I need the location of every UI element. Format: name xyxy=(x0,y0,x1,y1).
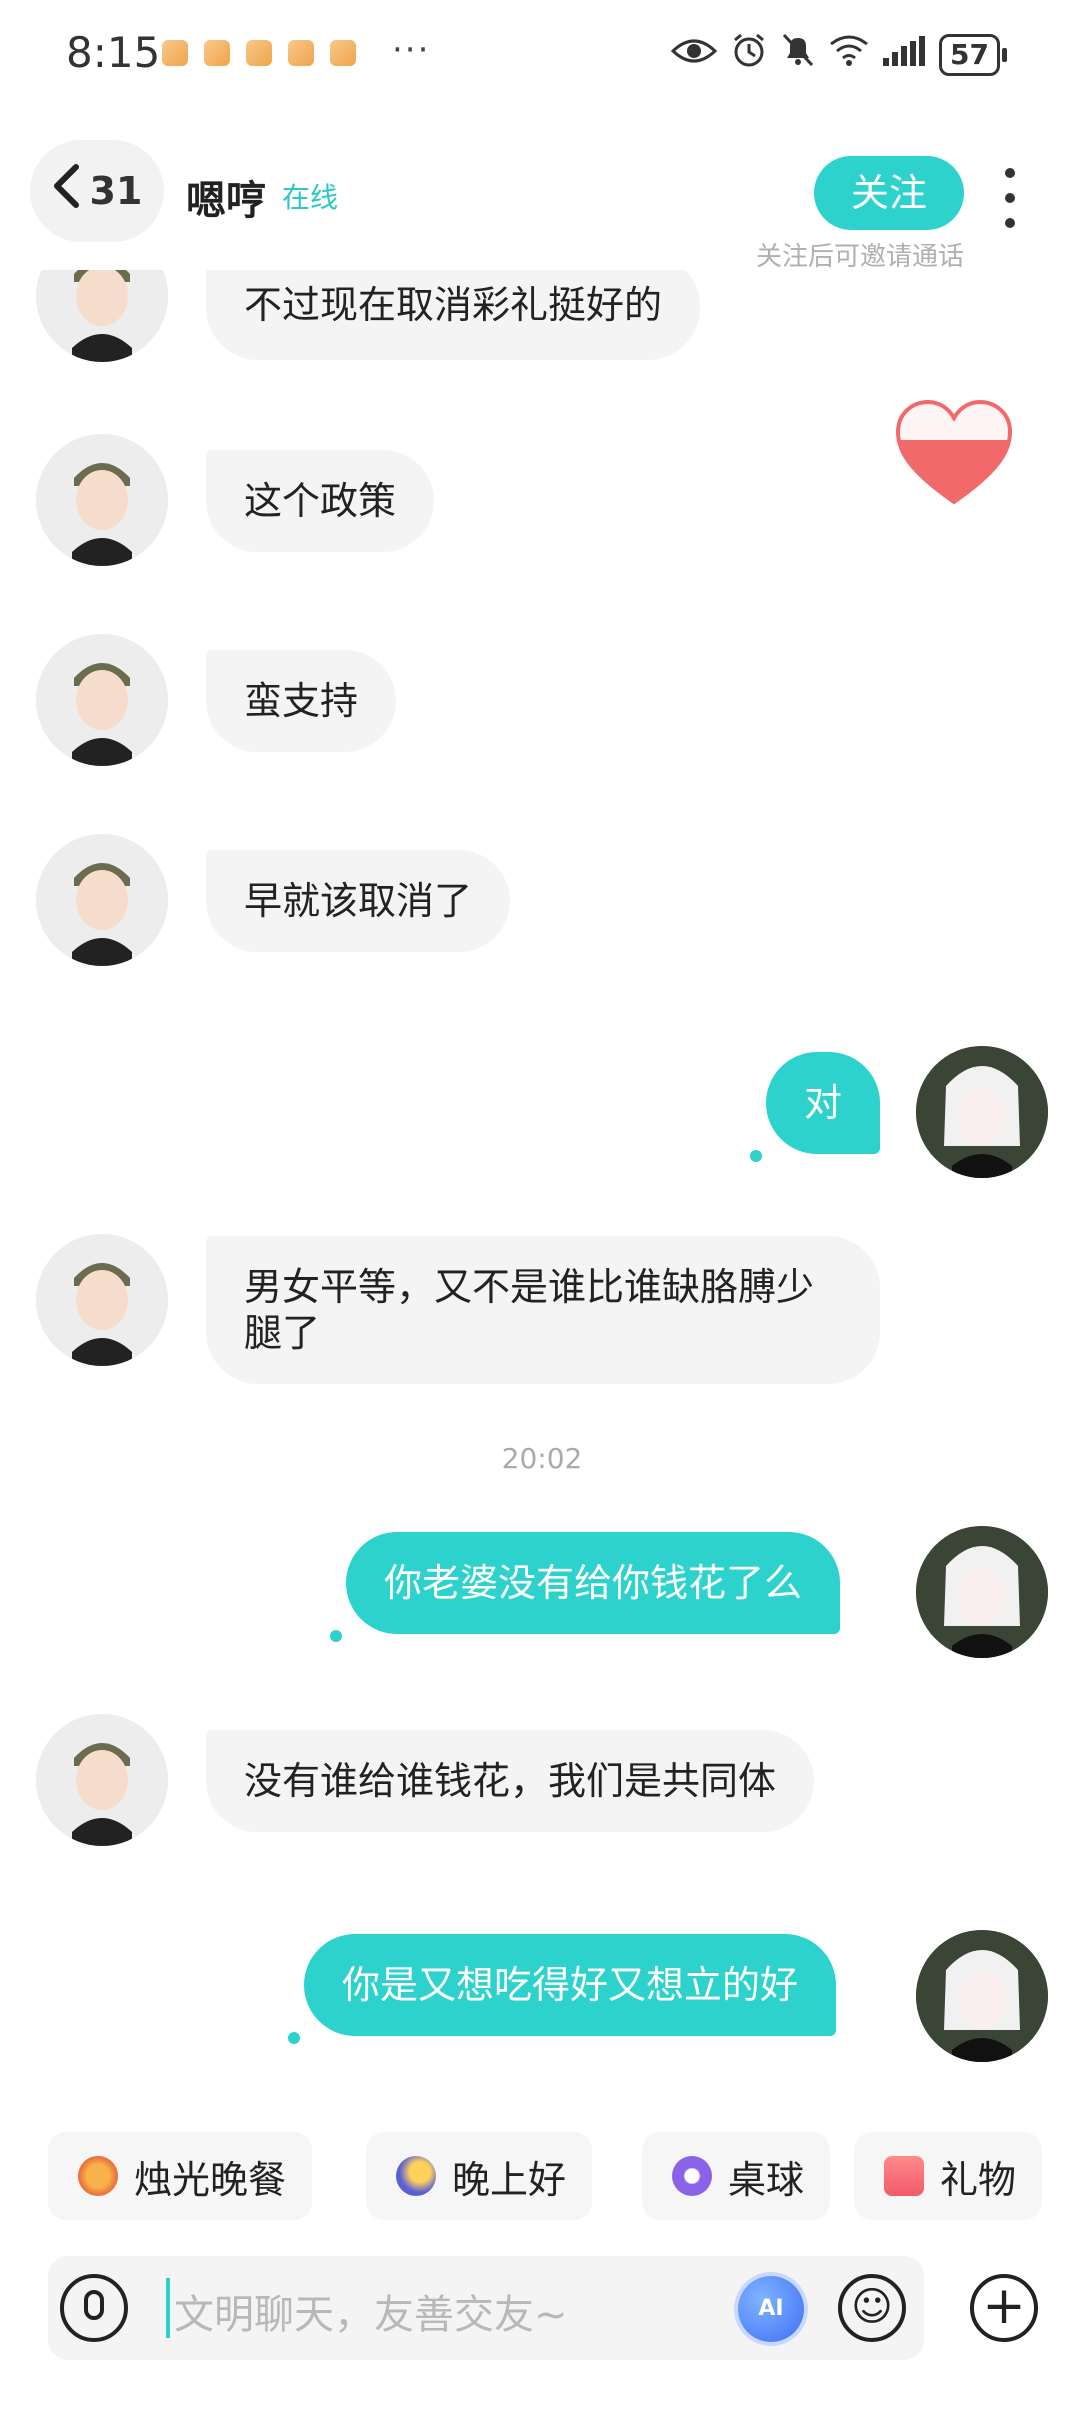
text-caret xyxy=(166,2278,170,2338)
contact-avatar[interactable] xyxy=(36,270,168,362)
chip-candlelight-dinner[interactable]: 烛光晚餐 xyxy=(48,2132,313,2220)
message-timestamp: 20:02 xyxy=(501,1442,583,1475)
message-bubble-incoming[interactable]: 不过现在取消彩礼挺好的 xyxy=(206,270,701,360)
contact-avatar[interactable] xyxy=(36,1714,168,1846)
moon-night-icon xyxy=(396,2156,436,2196)
app-notification-icon xyxy=(204,40,230,66)
more-notifications-icon: ··· xyxy=(392,30,431,70)
message-bubble-incoming[interactable]: 没有谁给谁钱花，我们是共同体 xyxy=(206,1730,815,1832)
emoji-icon[interactable]: ☺ xyxy=(838,2274,906,2342)
heart-icon[interactable] xyxy=(894,398,1014,508)
alarm-icon xyxy=(731,32,767,77)
contact-avatar[interactable] xyxy=(36,634,168,766)
sent-status-dot xyxy=(330,1630,342,1642)
contact-avatar[interactable] xyxy=(36,834,168,966)
more-menu-icon[interactable] xyxy=(1000,168,1020,228)
app-notification-icon xyxy=(288,40,314,66)
message-bubble-incoming[interactable]: 这个政策 xyxy=(206,450,435,552)
voice-input-icon[interactable] xyxy=(60,2274,128,2342)
sent-status-dot xyxy=(750,1150,762,1162)
chip-label: 桌球 xyxy=(728,2157,805,2202)
follow-hint: 关注后可邀请通话 xyxy=(756,242,965,272)
contact-avatar[interactable] xyxy=(36,434,168,566)
mute-icon xyxy=(781,32,815,77)
contact-avatar[interactable] xyxy=(36,1234,168,1366)
billiard-ball-icon xyxy=(672,2156,712,2196)
back-button[interactable]: 31 xyxy=(30,140,164,242)
chip-label: 礼物 xyxy=(940,2157,1017,2202)
message-bubble-outgoing[interactable]: 你是又想吃得好又想立的好 xyxy=(304,1934,837,2036)
status-time: 8:15 xyxy=(66,28,161,77)
message-input-bar: 文明聊天，友善交友~ AI ☺ xyxy=(48,2256,924,2360)
message-bubble-outgoing[interactable]: 对 xyxy=(766,1052,881,1154)
eye-icon xyxy=(670,35,718,75)
message-input[interactable]: 文明聊天，友善交友~ xyxy=(174,2282,568,2340)
unread-count: 31 xyxy=(89,169,143,213)
status-icons: 57 xyxy=(670,32,1007,77)
status-bar: 8:15 ··· 57 xyxy=(0,0,1084,110)
candlelight-dinner-icon xyxy=(78,2156,118,2196)
notification-icons xyxy=(162,40,356,66)
battery-icon: 57 xyxy=(939,33,1007,76)
chip-good-evening[interactable]: 晚上好 xyxy=(366,2132,593,2220)
chat-header: 31 嗯哼 在线 关注 关注后可邀请通话 xyxy=(0,140,1084,272)
my-avatar[interactable] xyxy=(916,1046,1048,1178)
sent-status-dot xyxy=(288,2032,300,2044)
add-attachment-icon[interactable]: + xyxy=(970,2274,1038,2342)
chip-label: 晚上好 xyxy=(452,2157,567,2202)
message-bubble-outgoing[interactable]: 你老婆没有给你钱花了么 xyxy=(346,1532,841,1634)
app-notification-icon xyxy=(330,40,356,66)
ai-assistant-icon[interactable]: AI xyxy=(738,2276,804,2342)
chip-gift[interactable]: 礼物 xyxy=(854,2132,1043,2220)
app-notification-icon xyxy=(246,40,272,66)
app-notification-icon xyxy=(162,40,188,66)
contact-name[interactable]: 嗯哼 xyxy=(186,168,266,226)
chat-messages[interactable]: 不过现在取消彩礼挺好的 这个政策 蛮支持 早就该取消了 对 男女平等，又不是谁比… xyxy=(0,270,1084,2100)
signal-icon xyxy=(883,35,926,75)
online-status: 在线 xyxy=(282,181,339,214)
my-avatar[interactable] xyxy=(916,1930,1048,2062)
chip-billiards[interactable]: 桌球 xyxy=(642,2132,831,2220)
wifi-icon xyxy=(829,34,869,75)
follow-button[interactable]: 关注 xyxy=(814,156,964,230)
quick-actions: 烛光晚餐 晚上好 桌球 礼物 xyxy=(48,2132,1084,2222)
my-avatar[interactable] xyxy=(916,1526,1048,1658)
message-bubble-incoming[interactable]: 蛮支持 xyxy=(206,650,397,752)
chevron-left-icon xyxy=(52,163,80,219)
message-bubble-incoming[interactable]: 男女平等，又不是谁比谁缺胳膊少腿了 xyxy=(206,1236,880,1384)
gift-icon xyxy=(884,2156,924,2196)
message-bubble-incoming[interactable]: 早就该取消了 xyxy=(206,850,511,952)
chip-label: 烛光晚餐 xyxy=(134,2157,287,2202)
